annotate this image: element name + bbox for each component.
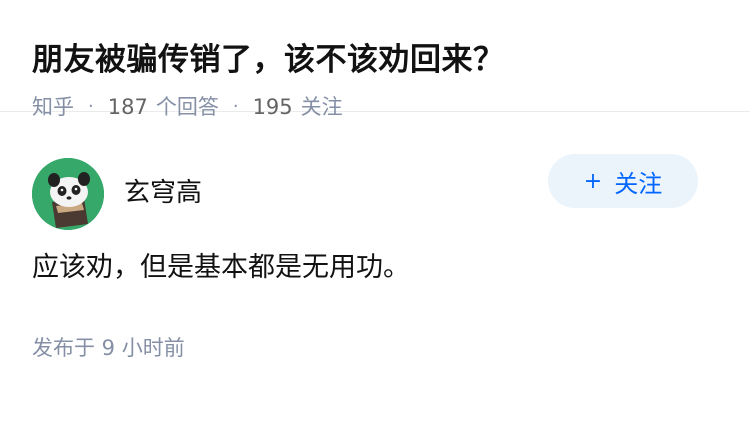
plus-icon: + [583,168,603,194]
answer-count-label: 个回答 [155,95,219,119]
answer-count: 187 [107,95,148,119]
author-name[interactable]: 玄穹高 [124,172,202,209]
source-label[interactable]: 知乎 [32,92,74,122]
avatar[interactable] [32,158,104,230]
page: 朋友被骗传销了，该不该劝回来？ 知乎 · 187 个回答 · 195 关注 玄穹… [0,0,750,434]
follow-button-label: 关注 [614,169,663,198]
author-row: 玄穹高 + 关注 [32,144,718,244]
follow-button[interactable]: + 关注 [548,154,698,208]
meta-separator: · [88,96,94,117]
follower-count-label: 关注 [300,95,343,119]
question-title[interactable]: 朋友被骗传销了，该不该劝回来？ [32,38,718,82]
answer-card: 玄穹高 + 关注 应该劝，但是基本都是无用功。 发布于 9 小时前 [0,144,750,362]
question-meta: 知乎 · 187 个回答 · 195 关注 [32,92,718,122]
follower-count: 195 [252,95,293,119]
meta-separator: · [232,96,239,117]
question-header: 朋友被骗传销了，该不该劝回来？ 知乎 · 187 个回答 · 195 关注 [0,0,750,119]
answer-content[interactable]: 应该劝，但是基本都是无用功。 [32,248,718,288]
panda-avatar-icon [32,158,104,230]
answer-time: 发布于 9 小时前 [32,336,185,360]
